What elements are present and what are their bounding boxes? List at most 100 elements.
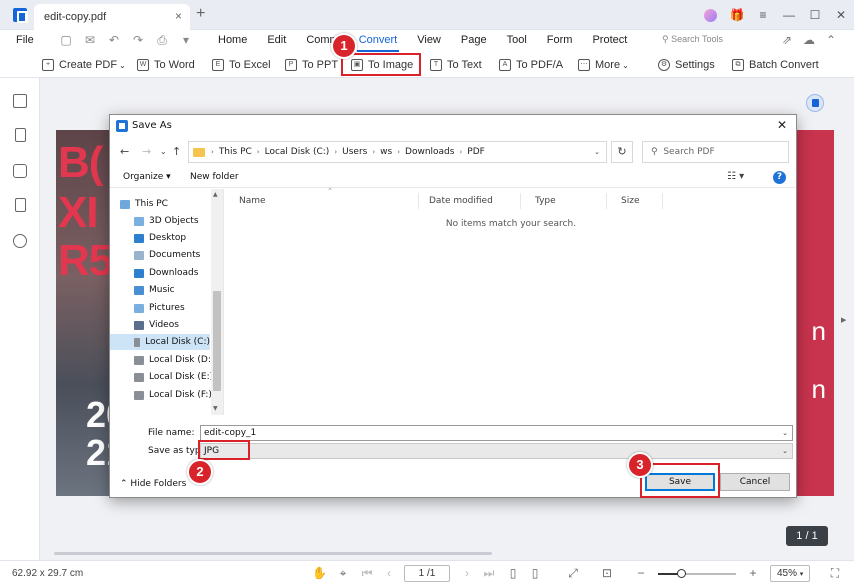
tab-edit[interactable]: Edit (257, 30, 296, 52)
zoom-slider[interactable] (658, 569, 736, 578)
breadcrumb-pdf[interactable]: PDF (467, 147, 485, 157)
address-bar[interactable]: › This PC › Local Disk (C:) › Users › ws… (188, 141, 607, 163)
breadcrumb-local-disk[interactable]: Local Disk (C:) (265, 147, 330, 157)
fit-page-icon[interactable]: ⊡ (600, 566, 614, 580)
recent-locations-icon[interactable]: ⌄ (160, 147, 167, 156)
to-text-button[interactable]: T To Text (430, 56, 482, 74)
hand-tool-icon[interactable]: ✋ (312, 566, 327, 580)
scroll-down-icon[interactable]: ▼ (213, 405, 218, 412)
first-page-icon[interactable]: ⏮ (360, 566, 374, 581)
scrollbar-thumb[interactable] (213, 291, 221, 391)
new-folder-button[interactable]: New folder (190, 172, 239, 182)
nav-item-3d-objects[interactable]: 3D Objects (134, 213, 199, 229)
help-icon[interactable]: ? (773, 171, 786, 184)
chevron-down-icon[interactable]: ⌄ (594, 148, 600, 156)
nav-item-pictures[interactable]: Pictures (134, 300, 185, 316)
breadcrumb-users[interactable]: Users (342, 147, 367, 157)
column-header-date-modified[interactable]: Date modified (415, 193, 521, 209)
nav-item-desktop[interactable]: Desktop (134, 230, 186, 246)
more-button[interactable]: ⋯ More ⌄ (578, 56, 629, 74)
scroll-up-icon[interactable]: ▲ (213, 191, 218, 198)
nav-item-this-pc[interactable]: This PC (120, 196, 168, 212)
settings-button[interactable]: ⚙ Settings (658, 56, 715, 74)
fullscreen-icon[interactable]: ⛶ (828, 566, 842, 581)
minimize-button[interactable]: — (776, 8, 802, 22)
new-tab-button[interactable]: + (196, 5, 205, 23)
tab-form[interactable]: Form (537, 30, 583, 52)
previous-page-icon[interactable]: ‹ (382, 566, 396, 580)
hide-folders-toggle[interactable]: ⌃ Hide Folders (120, 479, 186, 489)
search-pdf-input[interactable]: ⚲ Search PDF (642, 141, 789, 163)
redo-icon[interactable]: ↷ (126, 33, 150, 48)
tab-home[interactable]: Home (208, 30, 257, 52)
to-excel-button[interactable]: E To Excel (212, 56, 271, 74)
cloud-upload-icon[interactable]: ☁ (798, 33, 820, 47)
tab-view[interactable]: View (407, 30, 451, 52)
breadcrumb-this-pc[interactable]: This PC (219, 147, 252, 157)
file-name-input[interactable]: edit-copy_1 ⌄ (200, 425, 793, 441)
nav-item-local-disk-e[interactable]: Local Disk (E:) (134, 369, 213, 385)
single-page-icon[interactable]: ▯ (506, 566, 520, 580)
forward-arrow-icon[interactable]: → (142, 145, 151, 158)
column-header-type[interactable]: Type (521, 193, 607, 209)
file-menu[interactable]: File (16, 34, 34, 46)
chevron-down-icon[interactable]: ⌄ (782, 426, 788, 440)
menu-icon[interactable]: ≡ (750, 8, 776, 22)
comment-icon[interactable] (13, 164, 27, 178)
expand-right-panel-icon[interactable]: ▶ (841, 316, 846, 324)
thumbnails-icon[interactable] (13, 94, 27, 108)
breadcrumb-downloads[interactable]: Downloads (405, 147, 454, 157)
maximize-button[interactable]: ☐ (802, 8, 828, 22)
horizontal-scrollbar[interactable] (54, 552, 492, 555)
view-options-icon[interactable]: ☷ ▾ (727, 171, 744, 182)
dialog-close-button[interactable]: ✕ (777, 118, 787, 132)
last-page-icon[interactable]: ⏭ (482, 566, 496, 581)
attachment-icon[interactable] (15, 198, 26, 212)
up-arrow-icon[interactable]: ↑ (172, 145, 181, 158)
batch-convert-button[interactable]: ⧉ Batch Convert (732, 56, 819, 74)
close-tab-icon[interactable]: × (175, 9, 182, 23)
bookmark-icon[interactable] (15, 128, 26, 142)
zoom-in-icon[interactable]: + (746, 566, 760, 580)
customize-dropdown-icon[interactable]: ▾ (174, 33, 198, 48)
back-arrow-icon[interactable]: ← (120, 145, 129, 158)
to-word-button[interactable]: W To Word (137, 56, 195, 74)
nav-item-music[interactable]: Music (134, 282, 175, 298)
tab-page[interactable]: Page (451, 30, 497, 52)
chevron-down-icon[interactable]: ⌄ (782, 444, 788, 458)
next-page-icon[interactable]: › (460, 566, 474, 580)
tab-tool[interactable]: Tool (497, 30, 537, 52)
gift-icon[interactable]: 🎁 (724, 8, 750, 22)
save-as-type-select[interactable]: JPG ⌄ (200, 443, 793, 459)
zoom-slider-thumb[interactable] (677, 569, 687, 578)
word-convert-badge-icon[interactable] (806, 94, 824, 112)
tab-protect[interactable]: Protect (582, 30, 637, 52)
navigation-scrollbar[interactable]: ▲ ▼ (211, 189, 223, 415)
collapse-ribbon-icon[interactable]: ⌃ (820, 33, 842, 47)
column-header-name[interactable]: Name (225, 193, 419, 209)
create-pdf-button[interactable]: + Create PDF ⌄ (42, 56, 126, 74)
document-tab[interactable]: edit-copy.pdf × (34, 4, 190, 30)
nav-item-downloads[interactable]: Downloads (134, 265, 198, 281)
cancel-button[interactable]: Cancel (720, 473, 790, 491)
select-tool-icon[interactable]: ⌖ (336, 566, 350, 581)
to-ppt-button[interactable]: P To PPT (285, 56, 338, 74)
refresh-button[interactable]: ↻ (611, 141, 633, 163)
nav-item-local-disk-c[interactable]: Local Disk (C:) (110, 334, 210, 350)
breadcrumb-ws[interactable]: ws (380, 147, 392, 157)
nav-item-local-disk-f[interactable]: Local Disk (F:) (134, 387, 212, 403)
two-page-icon[interactable]: ▯ (528, 566, 542, 580)
nav-item-documents[interactable]: Documents (134, 247, 200, 263)
zoom-out-icon[interactable]: − (634, 566, 648, 580)
save-icon[interactable]: ▢ (54, 33, 78, 48)
zoom-level[interactable]: 45% ▾ (770, 565, 810, 582)
email-icon[interactable]: ✉ (78, 33, 102, 48)
to-pdfa-button[interactable]: A To PDF/A (499, 56, 563, 74)
column-header-size[interactable]: Size (607, 193, 663, 209)
page-number-input[interactable]: 1 /1 (404, 565, 450, 582)
close-window-button[interactable]: ✕ (828, 8, 854, 22)
search-icon[interactable] (13, 234, 27, 248)
nav-item-local-disk-d[interactable]: Local Disk (D:) (134, 352, 214, 368)
avatar[interactable] (704, 8, 717, 22)
undo-icon[interactable]: ↶ (102, 33, 126, 48)
